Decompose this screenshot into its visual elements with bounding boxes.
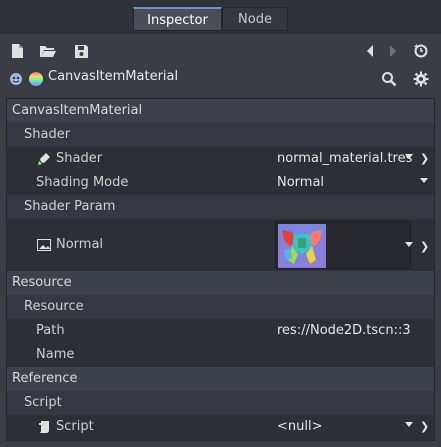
- dropdown-arrow-icon[interactable]: [405, 242, 413, 247]
- property-path: Path res://Node2D.tscn::3: [7, 319, 434, 343]
- subsection-script[interactable]: Script: [7, 391, 434, 415]
- name-field[interactable]: [277, 347, 427, 363]
- subsection-shader[interactable]: Shader: [7, 123, 434, 147]
- subsection-resource[interactable]: Resource: [7, 295, 434, 319]
- script-icon: [39, 421, 49, 433]
- object-history-icon[interactable]: [411, 41, 431, 61]
- property-label: Shader: [56, 151, 103, 166]
- dock-tab-bar: Inspector Node: [0, 0, 441, 34]
- chevron-right-icon[interactable]: ❯: [420, 420, 429, 433]
- normal-map-thumbnail: [278, 224, 326, 268]
- shader-value[interactable]: normal_material.tres: [277, 151, 412, 166]
- material-icon: [26, 69, 46, 89]
- tab-node[interactable]: Node: [222, 7, 288, 31]
- section-canvasitemmaterial[interactable]: CanvasItemMaterial: [7, 99, 434, 123]
- dropdown-arrow-icon[interactable]: [420, 178, 428, 183]
- chevron-right-icon[interactable]: ❯: [420, 240, 429, 253]
- section-reference[interactable]: Reference: [7, 367, 434, 391]
- tab-inspector[interactable]: Inspector: [133, 7, 222, 31]
- shader-icon: [38, 153, 50, 165]
- inspector-toolbar: [0, 38, 441, 64]
- subsection-label: Shader: [24, 127, 71, 142]
- section-resource[interactable]: Resource: [7, 271, 434, 295]
- dropdown-arrow-icon[interactable]: [405, 422, 413, 427]
- section-label: CanvasItemMaterial: [12, 103, 143, 118]
- property-shading-mode: Shading Mode Normal: [7, 171, 434, 195]
- object-type-icon[interactable]: [6, 69, 26, 89]
- gear-icon[interactable]: [411, 69, 431, 89]
- section-label: Resource: [12, 275, 72, 290]
- subsection-label: Resource: [24, 299, 84, 314]
- property-shader: Shader normal_material.tres ❯: [7, 147, 434, 171]
- property-label: Script: [56, 419, 94, 434]
- subsection-shader-param[interactable]: Shader Param: [7, 195, 434, 219]
- property-label: Shading Mode: [36, 175, 129, 190]
- inspector-property-list: CanvasItemMaterial Shader Shader normal_…: [6, 98, 435, 441]
- shading-mode-select[interactable]: Normal: [277, 175, 324, 190]
- history-back-icon[interactable]: [360, 41, 380, 61]
- property-label: Normal: [56, 237, 104, 252]
- normal-texture-picker[interactable]: [275, 221, 411, 269]
- property-name: Name: [7, 343, 434, 367]
- new-resource-icon[interactable]: [7, 41, 27, 61]
- save-resource-icon[interactable]: [71, 41, 91, 61]
- dropdown-arrow-icon[interactable]: [405, 154, 413, 159]
- subsection-label: Script: [24, 395, 62, 410]
- object-title: CanvasItemMaterial: [48, 69, 179, 84]
- history-forward-icon[interactable]: [383, 41, 403, 61]
- search-icon[interactable]: [379, 69, 399, 89]
- chevron-right-icon[interactable]: ❯: [420, 152, 429, 165]
- property-label: Path: [36, 323, 65, 338]
- subsection-label: Shader Param: [24, 199, 116, 214]
- open-resource-icon[interactable]: [38, 41, 58, 61]
- section-label: Reference: [12, 371, 78, 386]
- property-normal: Normal ❯: [7, 221, 434, 271]
- texture-icon: [37, 239, 51, 251]
- object-bar: CanvasItemMaterial: [0, 66, 441, 92]
- property-script: Script <null> ❯: [7, 415, 434, 439]
- script-value[interactable]: <null>: [277, 419, 323, 434]
- path-field[interactable]: res://Node2D.tscn::3: [277, 323, 411, 338]
- property-label: Name: [36, 347, 75, 362]
